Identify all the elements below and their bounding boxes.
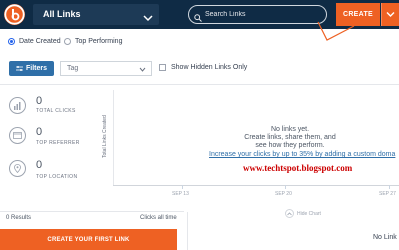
divider xyxy=(0,84,399,85)
top-referrer-value: 0 xyxy=(36,126,43,138)
chevron-down-icon xyxy=(143,9,153,27)
top-location-value: 0 xyxy=(36,159,43,171)
total-clicks-label: TOTAL CLICKS xyxy=(36,108,76,114)
sort-top-performing-label: Top Performing xyxy=(75,38,123,45)
chevron-up-icon xyxy=(285,209,294,218)
chevron-down-icon xyxy=(386,12,395,17)
search-input[interactable] xyxy=(205,8,323,21)
top-location-label: TOP LOCATION xyxy=(36,174,78,180)
chart-y-axis-line xyxy=(113,90,114,185)
hide-chart-label: Hide Chart xyxy=(297,210,321,217)
create-first-link-button[interactable]: CREATE YOUR FIRST LINK xyxy=(0,229,177,250)
custom-domain-link[interactable]: Increase your clicks by up to 35% by add… xyxy=(209,151,395,158)
location-pin-icon xyxy=(9,160,26,177)
total-clicks-value: 0 xyxy=(36,95,43,107)
callout-arrow xyxy=(317,21,355,41)
chart-y-axis-label: Total Links Created xyxy=(102,115,108,158)
chart-tick xyxy=(389,185,390,189)
sort-date-created-label: Date Created xyxy=(19,38,61,45)
sort-top-performing[interactable]: Top Performing xyxy=(64,38,122,45)
chart-x-axis-line xyxy=(113,185,399,186)
clicks-sort-label[interactable]: Clicks all time xyxy=(140,215,177,221)
bitly-logo-icon[interactable] xyxy=(4,4,25,25)
empty-state-title: No links yet. xyxy=(270,126,310,133)
chart-tick-label: SEP 27 xyxy=(379,191,396,197)
chart-tick-label: SEP 20 xyxy=(275,191,292,197)
watermark-text: www.techtspot.blogspot.com xyxy=(243,163,353,173)
chevron-down-icon xyxy=(139,67,146,72)
radio-selected[interactable] xyxy=(8,38,15,45)
empty-state-text: Create links, share them, and xyxy=(244,134,336,141)
chart-tick-label: SEP 13 xyxy=(172,191,189,197)
hide-chart-toggle[interactable]: Hide Chart xyxy=(285,209,321,218)
hidden-links-label: Show Hidden Links Only xyxy=(171,64,248,71)
sort-date-created[interactable]: Date Created xyxy=(8,38,61,45)
empty-state-text: see how they perform. xyxy=(255,142,325,149)
list-header-divider xyxy=(0,211,184,212)
show-hidden-links-toggle[interactable]: Show Hidden Links Only xyxy=(159,64,247,71)
divider xyxy=(187,212,188,250)
search-icon xyxy=(194,9,202,27)
radio-unselected[interactable] xyxy=(64,38,71,45)
bar-chart-icon xyxy=(9,97,26,114)
sliders-icon xyxy=(15,66,23,71)
top-referrer-label: TOP REFERRER xyxy=(36,140,80,146)
no-link-text: No Link xyxy=(373,234,397,241)
links-filter-label: All Links xyxy=(43,9,81,19)
tag-dropdown[interactable]: Tag xyxy=(60,61,152,76)
results-count: 0 Results xyxy=(6,215,32,221)
hidden-links-checkbox[interactable] xyxy=(159,64,166,71)
tag-placeholder: Tag xyxy=(67,65,79,72)
chart-tick xyxy=(182,185,183,189)
referrer-icon xyxy=(9,127,26,144)
search-box xyxy=(188,5,327,24)
chart-tick xyxy=(285,185,286,189)
filters-button[interactable]: Filters xyxy=(9,61,54,76)
create-dropdown-toggle[interactable] xyxy=(381,3,399,26)
links-filter-dropdown[interactable]: All Links xyxy=(33,4,159,25)
filters-label: Filters xyxy=(25,65,47,72)
